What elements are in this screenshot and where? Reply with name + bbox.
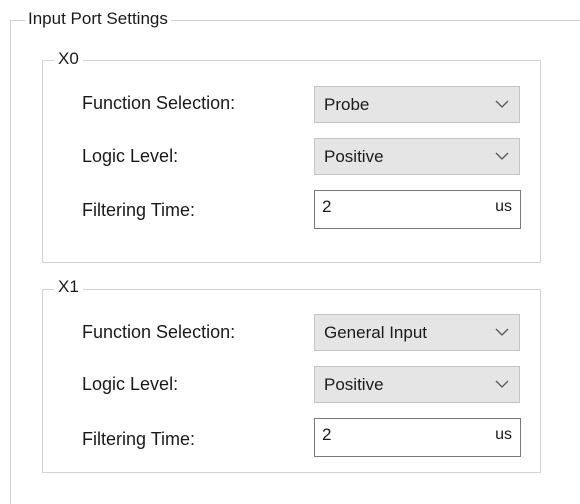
x0-function-selection-label: Function Selection: [82, 93, 236, 113]
x1-function-selection-dropdown[interactable]: General Input [314, 314, 520, 351]
x0-logic-level-dropdown[interactable]: Positive [314, 138, 520, 175]
x1-function-selection-value: General Input [324, 323, 428, 342]
x1-logic-level-dropdown[interactable]: Positive [314, 366, 520, 403]
x0-filtering-time-unit: us [495, 198, 512, 215]
chevron-down-icon [495, 380, 509, 388]
x1-filtering-time-unit: us [495, 426, 512, 443]
x1-filtering-time-label: Filtering Time: [82, 429, 196, 449]
x0-filtering-time-input[interactable] [322, 197, 442, 217]
x0-group-title: X0 [54, 49, 83, 69]
x0-filtering-time-label: Filtering Time: [82, 200, 196, 220]
x0-logic-level-label: Logic Level: [82, 146, 179, 166]
chevron-down-icon [495, 152, 509, 160]
x1-logic-level-label: Logic Level: [82, 374, 179, 394]
chevron-down-icon [495, 328, 509, 336]
x1-filtering-time-field[interactable]: us [314, 418, 521, 457]
x0-function-selection-value: Probe [324, 95, 370, 114]
x0-logic-level-value: Positive [324, 147, 384, 166]
x1-filtering-time-input[interactable] [322, 425, 442, 445]
x1-logic-level-value: Positive [324, 375, 384, 394]
x0-function-selection-dropdown[interactable]: Probe [314, 86, 520, 123]
input-port-settings-title: Input Port Settings [25, 9, 171, 29]
x1-function-selection-label: Function Selection: [82, 322, 236, 342]
input-port-settings-panel: Input Port Settings X0 Function Selectio… [0, 0, 580, 504]
chevron-down-icon [495, 100, 509, 108]
x1-group-title: X1 [54, 277, 83, 297]
x0-filtering-time-field[interactable]: us [314, 190, 521, 229]
